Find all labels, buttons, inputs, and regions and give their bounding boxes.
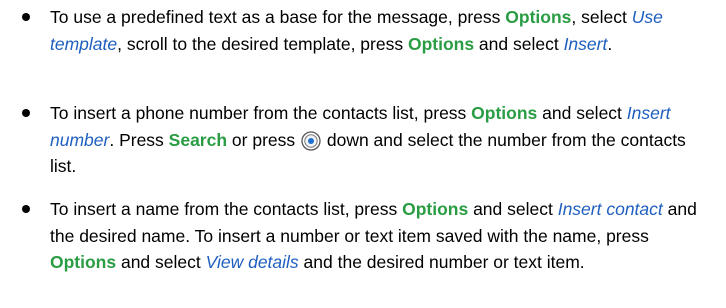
list-item-text: To insert a phone number from the contac… bbox=[50, 100, 716, 180]
term-insert-contact: Insert contact bbox=[557, 199, 663, 219]
text-run: and the desired number or text item. bbox=[298, 252, 585, 272]
text-run: , scroll to the desired template, press bbox=[117, 33, 408, 54]
keyword-options: Options bbox=[402, 199, 469, 219]
text-run: and select bbox=[468, 199, 558, 219]
text-run: . Press bbox=[109, 129, 169, 150]
keyword-search: Search bbox=[168, 129, 228, 150]
scroll-key-icon bbox=[301, 130, 321, 151]
keyword-options: Options bbox=[407, 33, 475, 54]
text-run: To use a predefined text as a base for t… bbox=[50, 7, 506, 27]
text-run: , select bbox=[571, 7, 632, 27]
bullet-icon bbox=[22, 205, 30, 213]
list-item: To insert a name from the contacts list,… bbox=[22, 196, 716, 276]
list-item: To use a predefined text as a base for t… bbox=[22, 4, 716, 57]
list-item: To insert a phone number from the contac… bbox=[22, 100, 716, 180]
bullet-icon bbox=[22, 109, 30, 117]
list-item-text: To use a predefined text as a base for t… bbox=[50, 4, 716, 57]
keyword-options: Options bbox=[505, 7, 572, 27]
text-run: To insert a name from the contacts list,… bbox=[50, 199, 403, 219]
term-insert: Insert bbox=[563, 33, 608, 54]
keyword-options: Options bbox=[471, 103, 538, 123]
term-view-details: View details bbox=[205, 252, 299, 272]
text-run: or press bbox=[227, 129, 300, 150]
keyword-options: Options bbox=[50, 252, 117, 272]
manual-page: To use a predefined text as a base for t… bbox=[0, 0, 726, 308]
bullet-icon bbox=[22, 13, 30, 21]
text-run: To insert a phone number from the contac… bbox=[50, 103, 472, 123]
text-run: and select bbox=[474, 33, 564, 54]
list-item-text: To insert a name from the contacts list,… bbox=[50, 196, 716, 276]
text-run: and select bbox=[537, 103, 627, 123]
text-run: . bbox=[607, 33, 613, 54]
text-run: and select bbox=[116, 252, 206, 272]
